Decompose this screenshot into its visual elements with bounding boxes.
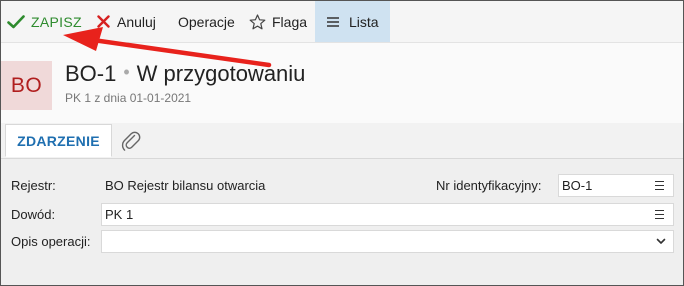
description-select[interactable] bbox=[101, 230, 674, 253]
save-label: ZAPISZ bbox=[31, 13, 82, 30]
chevron-down-icon[interactable] bbox=[656, 236, 666, 246]
proof-value: PK 1 bbox=[105, 207, 134, 222]
avatar: BO bbox=[1, 61, 52, 110]
tab-zdarzenie[interactable]: ZDARZENIE bbox=[5, 124, 112, 157]
id-label: Nr identyfikacyjny: bbox=[436, 178, 542, 193]
flag-button[interactable]: Flaga bbox=[249, 1, 307, 42]
star-icon bbox=[249, 13, 266, 29]
proof-field[interactable]: PK 1 bbox=[101, 203, 674, 226]
id-value: BO-1 bbox=[562, 178, 593, 193]
operations-label: Operacje bbox=[178, 13, 235, 30]
hamburger-icon bbox=[327, 16, 339, 27]
x-icon bbox=[97, 15, 110, 28]
flag-label: Flaga bbox=[272, 13, 308, 30]
check-icon bbox=[7, 14, 25, 28]
register-label: Rejestr: bbox=[11, 178, 56, 193]
page-subtitle: PK 1 z dnia 01-01-2021 bbox=[65, 91, 192, 105]
paperclip-icon[interactable] bbox=[121, 130, 141, 152]
id-field[interactable]: BO-1 bbox=[558, 174, 674, 197]
register-row: Rejestr: BO Rejestr bilansu otwarcia Nr … bbox=[1, 174, 683, 198]
status-text: W przygotowaniu bbox=[136, 61, 306, 86]
list-label: Lista bbox=[349, 13, 379, 30]
menu-icon[interactable] bbox=[655, 181, 664, 190]
window: ZAPISZ Anuluj Operacje Flaga Lista BO BO… bbox=[0, 0, 684, 286]
toolbar: ZAPISZ Anuluj Operacje Flaga Lista bbox=[1, 1, 683, 43]
cancel-button[interactable]: Anuluj bbox=[97, 1, 156, 42]
proof-label: Dowód: bbox=[11, 207, 56, 222]
page-title: BO-1 • W przygotowaniu bbox=[65, 61, 305, 87]
register-value: BO Rejestr bilansu otwarcia bbox=[105, 178, 266, 193]
list-button[interactable]: Lista bbox=[315, 1, 390, 42]
document-header: BO BO-1 • W przygotowaniu PK 1 z dnia 01-0… bbox=[1, 43, 683, 123]
doc-number: BO-1 bbox=[65, 61, 117, 86]
tab-bar: ZDARZENIE bbox=[1, 124, 683, 159]
form-area: Rejestr: BO Rejestr bilansu otwarcia Nr … bbox=[1, 159, 683, 285]
proof-row: Dowód: PK 1 bbox=[1, 203, 683, 227]
save-button[interactable]: ZAPISZ bbox=[7, 1, 82, 42]
description-row: Opis operacji: bbox=[1, 230, 683, 254]
menu-icon[interactable] bbox=[655, 210, 664, 219]
cancel-label: Anuluj bbox=[117, 13, 156, 30]
operations-button[interactable]: Operacje bbox=[178, 1, 235, 42]
title-separator: • bbox=[123, 62, 130, 82]
description-label: Opis operacji: bbox=[11, 234, 91, 249]
